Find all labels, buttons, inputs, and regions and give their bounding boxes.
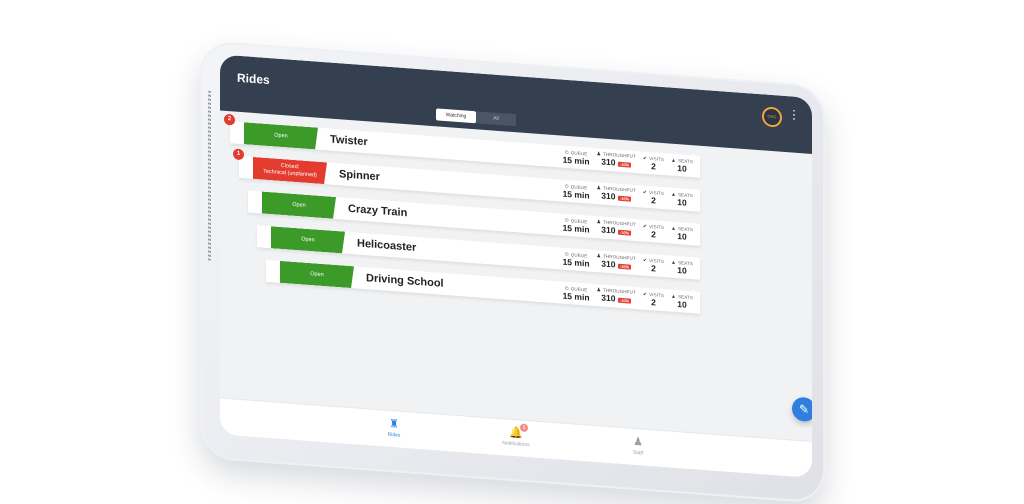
nav-notifications[interactable]: 🔔 3 Notifications [486, 418, 546, 458]
seat-icon: ▲ [671, 225, 677, 232]
ride-list: 2 Open Twister ⏱ QUEUE 15 min ♟ THROUGHPUT 310 -… [224, 113, 700, 326]
seat-icon: ▲ [671, 293, 677, 300]
ride-status-label: Closed: Technical (unplanned) [253, 157, 327, 184]
queue-metric: ⏱ QUEUE 15 min [563, 183, 590, 200]
seats-value: 10 [677, 264, 687, 276]
visits-metric: ✔ VISITS 2 [643, 155, 664, 172]
ride-name: Driving School [366, 272, 444, 290]
throughput-metric: ♟ THROUGHPUT 310 -10% [597, 185, 636, 203]
ride-status-text: Open [310, 270, 324, 278]
alert-count-badge: 2 [224, 113, 235, 126]
filter-toggle: Watching All [436, 108, 516, 127]
throughput-value: 310 [601, 258, 616, 270]
throughput-delta-badge: -10% [617, 297, 632, 304]
more-menu-icon[interactable]: ⋮ [788, 107, 800, 122]
avatar[interactable]: OVG [762, 106, 782, 128]
seat-icon: ▲ [671, 259, 677, 266]
seat-icon: ▲ [671, 191, 677, 198]
tablet-device: Rides OVG ⋮ Watching All 2 Open Twister ⏱ QU… [200, 40, 825, 504]
ride-name: Spinner [339, 168, 380, 184]
visits-value: 2 [651, 160, 656, 171]
nav-rides[interactable]: ♜ Rides [364, 409, 424, 449]
throughput-metric: ♟ THROUGHPUT 310 -10% [597, 253, 636, 271]
queue-value: 15 min [562, 290, 590, 303]
queue-value: 15 min [562, 188, 590, 201]
seats-value: 10 [677, 298, 687, 310]
throughput-value: 310 [601, 224, 616, 236]
throughput-metric: ♟ THROUGHPUT 310 -10% [597, 151, 636, 169]
ride-status-label: Open [244, 122, 318, 149]
visits-value: 2 [651, 194, 656, 205]
app-screen: Rides OVG ⋮ Watching All 2 Open Twister ⏱ QU… [220, 54, 812, 478]
seat-icon: ▲ [671, 157, 677, 164]
queue-value: 15 min [562, 154, 590, 167]
notifications-count-badge: 3 [520, 423, 528, 433]
ride-name: Twister [330, 133, 368, 149]
check-icon: ✔ [642, 291, 648, 298]
check-icon: ✔ [642, 189, 648, 196]
filter-watching-button[interactable]: Watching [436, 108, 476, 124]
ride-name: Crazy Train [348, 202, 408, 220]
alert-count-badge: 1 [233, 148, 244, 161]
throughput-delta-badge: -10% [617, 263, 632, 270]
visits-metric: ✔ VISITS 2 [643, 189, 664, 206]
ride-status-label: Open [280, 261, 354, 288]
filter-all-button[interactable]: All [476, 111, 516, 126]
check-icon: ✔ [642, 155, 648, 162]
speaker-grill [208, 90, 211, 261]
ride-status-text: Open [301, 235, 315, 243]
throughput-metric: ♟ THROUGHPUT 310 -10% [597, 219, 636, 237]
queue-metric: ⏱ QUEUE 15 min [563, 251, 590, 268]
queue-metric: ⏱ QUEUE 15 min [563, 217, 590, 234]
seats-value: 10 [677, 196, 687, 208]
throughput-delta-badge: -10% [617, 161, 632, 168]
page-title: Rides [237, 70, 270, 88]
throughput-delta-badge: -10% [617, 229, 632, 236]
nav-staff[interactable]: ♟ Staff [608, 427, 668, 467]
ride-status-text: Closed: Technical (unplanned) [263, 162, 317, 179]
check-icon: ✔ [642, 223, 648, 230]
visits-value: 2 [651, 296, 656, 307]
seats-value: 10 [677, 230, 687, 242]
check-icon: ✔ [642, 257, 648, 264]
visits-metric: ✔ VISITS 2 [643, 223, 664, 240]
throughput-metric: ♟ THROUGHPUT 310 -10% [597, 287, 636, 305]
edit-fab-button[interactable]: ✎ [792, 396, 812, 423]
visits-metric: ✔ VISITS 2 [643, 257, 664, 274]
queue-value: 15 min [562, 222, 590, 235]
throughput-value: 310 [601, 292, 616, 304]
queue-value: 15 min [562, 256, 590, 269]
seats-metric: ▲ SEATS 10 [671, 191, 693, 208]
seats-metric: ▲ SEATS 10 [671, 293, 693, 310]
ride-status-label: Open [271, 226, 345, 253]
visits-value: 2 [651, 262, 656, 273]
ride-status-text: Open [292, 201, 306, 209]
queue-metric: ⏱ QUEUE 15 min [563, 285, 590, 302]
throughput-value: 310 [601, 190, 616, 202]
visits-metric: ✔ VISITS 2 [643, 291, 664, 308]
seats-metric: ▲ SEATS 10 [671, 259, 693, 276]
ride-status-text: Open [274, 131, 288, 139]
seats-metric: ▲ SEATS 10 [671, 225, 693, 242]
visits-value: 2 [651, 228, 656, 239]
throughput-delta-badge: -10% [617, 195, 632, 202]
throughput-value: 310 [601, 156, 616, 168]
seats-value: 10 [677, 162, 687, 174]
seats-metric: ▲ SEATS 10 [671, 157, 693, 174]
ride-name: Helicoaster [357, 237, 417, 254]
queue-metric: ⏱ QUEUE 15 min [563, 149, 590, 166]
ride-status-label: Open [262, 192, 336, 219]
